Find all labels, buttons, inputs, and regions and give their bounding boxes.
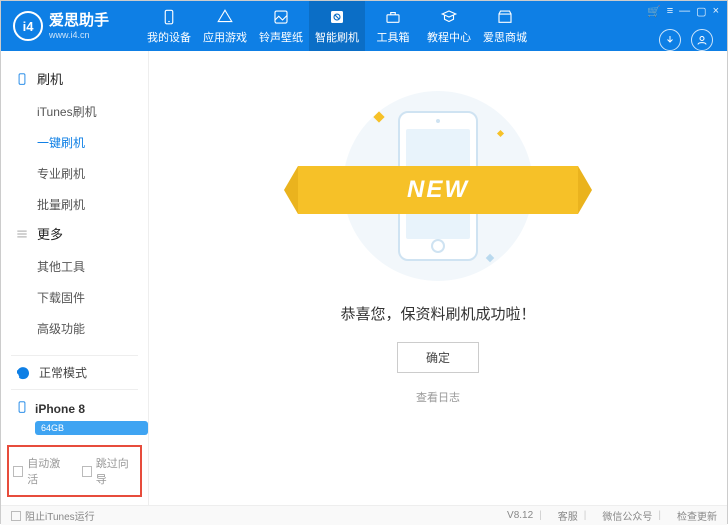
app-title: 爱思助手 <box>49 12 109 29</box>
group-label: 刷机 <box>37 69 63 88</box>
success-illustration: NEW <box>343 91 533 281</box>
tutorial-icon <box>440 8 458 26</box>
group-label: 更多 <box>37 224 63 243</box>
sparkle-icon <box>497 130 504 137</box>
confirm-button[interactable]: 确定 <box>397 342 479 373</box>
sidebar-item-other-tools[interactable]: 其他工具 <box>1 251 148 282</box>
sidebar-item-pro-flash[interactable]: 专业刷机 <box>1 158 148 189</box>
sidebar-item-download-firmware[interactable]: 下载固件 <box>1 282 148 313</box>
sidebar-item-advanced[interactable]: 高级功能 <box>1 313 148 344</box>
nav-label: 爱思商城 <box>483 29 527 45</box>
nav-store[interactable]: 爱思商城 <box>477 1 533 51</box>
nav-smart-flash[interactable]: 智能刷机 <box>309 1 365 51</box>
skip-wizard-checkbox[interactable]: 跳过向导 <box>82 455 137 487</box>
maximize-icon[interactable]: ▢ <box>696 5 706 18</box>
wallpaper-icon <box>272 8 290 26</box>
download-button[interactable] <box>659 29 681 51</box>
checkbox-icon <box>13 466 23 477</box>
cart-icon[interactable]: 🛒 <box>647 5 661 18</box>
nav-label: 我的设备 <box>147 29 191 45</box>
nav-apps-games[interactable]: 应用游戏 <box>197 1 253 51</box>
success-message: 恭喜您，保资料刷机成功啦！ <box>340 303 535 324</box>
more-icon <box>15 227 29 241</box>
nav-tutorials[interactable]: 教程中心 <box>421 1 477 51</box>
nav-label: 智能刷机 <box>315 29 359 45</box>
mode-row[interactable]: 正常模式 <box>11 355 138 390</box>
nav-label: 铃声壁纸 <box>259 29 303 45</box>
new-ribbon: NEW <box>298 166 578 214</box>
checkbox-label: 自动激活 <box>27 455 67 487</box>
logo-area: i4 爱思助手 www.i4.cn <box>1 11 141 41</box>
app-subtitle: www.i4.cn <box>49 30 109 40</box>
titlebar: i4 爱思助手 www.i4.cn 我的设备 应用游戏 铃声壁纸 智能刷机 工具… <box>1 1 727 51</box>
sidebar-item-itunes-flash[interactable]: iTunes刷机 <box>1 96 148 127</box>
wechat-link[interactable]: 微信公众号 <box>602 508 652 523</box>
nav-label: 工具箱 <box>377 29 410 45</box>
checkbox-icon[interactable] <box>11 511 21 521</box>
options-row: 自动激活 跳过向导 <box>7 445 142 497</box>
refresh-icon <box>15 365 31 381</box>
store-icon <box>496 8 514 26</box>
version-label: V8.12 <box>507 510 533 521</box>
check-update-link[interactable]: 检查更新 <box>677 508 717 523</box>
statusbar: 阻止iTunes运行 V8.12 | 客服 | 微信公众号 | 检查更新 <box>1 505 727 525</box>
checkbox-icon <box>82 466 92 477</box>
minimize-icon[interactable]: — <box>679 5 690 17</box>
sparkle-icon <box>373 111 384 122</box>
sidebar-group-more[interactable]: 更多 <box>1 220 148 251</box>
logo-icon: i4 <box>13 11 43 41</box>
device-row[interactable]: iPhone 8 <box>1 396 148 419</box>
user-button[interactable] <box>691 29 713 51</box>
menu-icon[interactable]: ≡ <box>667 5 673 17</box>
phone-icon <box>15 72 29 86</box>
flash-icon <box>328 8 346 26</box>
storage-badge: 64GB <box>35 421 148 435</box>
device-name: iPhone 8 <box>35 402 85 416</box>
main-panel: NEW 恭喜您，保资料刷机成功啦！ 确定 查看日志 <box>149 51 727 505</box>
nav-my-device[interactable]: 我的设备 <box>141 1 197 51</box>
sidebar-item-oneclick-flash[interactable]: 一键刷机 <box>1 127 148 158</box>
toolbox-icon <box>384 8 402 26</box>
apps-icon <box>216 8 234 26</box>
window-controls: 🛒 ≡ — ▢ × <box>647 1 727 21</box>
device-icon <box>15 400 29 417</box>
checkbox-label: 跳过向导 <box>96 455 136 487</box>
nav-label: 应用游戏 <box>203 29 247 45</box>
top-nav: 我的设备 应用游戏 铃声壁纸 智能刷机 工具箱 教程中心 爱思商城 <box>141 1 647 51</box>
nav-ringtone-wallpaper[interactable]: 铃声壁纸 <box>253 1 309 51</box>
nav-toolbox[interactable]: 工具箱 <box>365 1 421 51</box>
sidebar-item-batch-flash[interactable]: 批量刷机 <box>1 189 148 220</box>
sidebar-group-flash[interactable]: 刷机 <box>1 65 148 96</box>
block-itunes-label[interactable]: 阻止iTunes运行 <box>25 508 95 523</box>
support-link[interactable]: 客服 <box>558 508 578 523</box>
sparkle-icon <box>486 254 494 262</box>
nav-label: 教程中心 <box>427 29 471 45</box>
sidebar: 刷机 iTunes刷机 一键刷机 专业刷机 批量刷机 更多 其他工具 下载固件 … <box>1 51 149 505</box>
view-log-link[interactable]: 查看日志 <box>416 389 460 405</box>
device-icon <box>160 8 178 26</box>
mode-label: 正常模式 <box>39 364 87 381</box>
auto-activate-checkbox[interactable]: 自动激活 <box>13 455 68 487</box>
close-icon[interactable]: × <box>713 5 719 17</box>
ribbon-text: NEW <box>407 176 469 204</box>
